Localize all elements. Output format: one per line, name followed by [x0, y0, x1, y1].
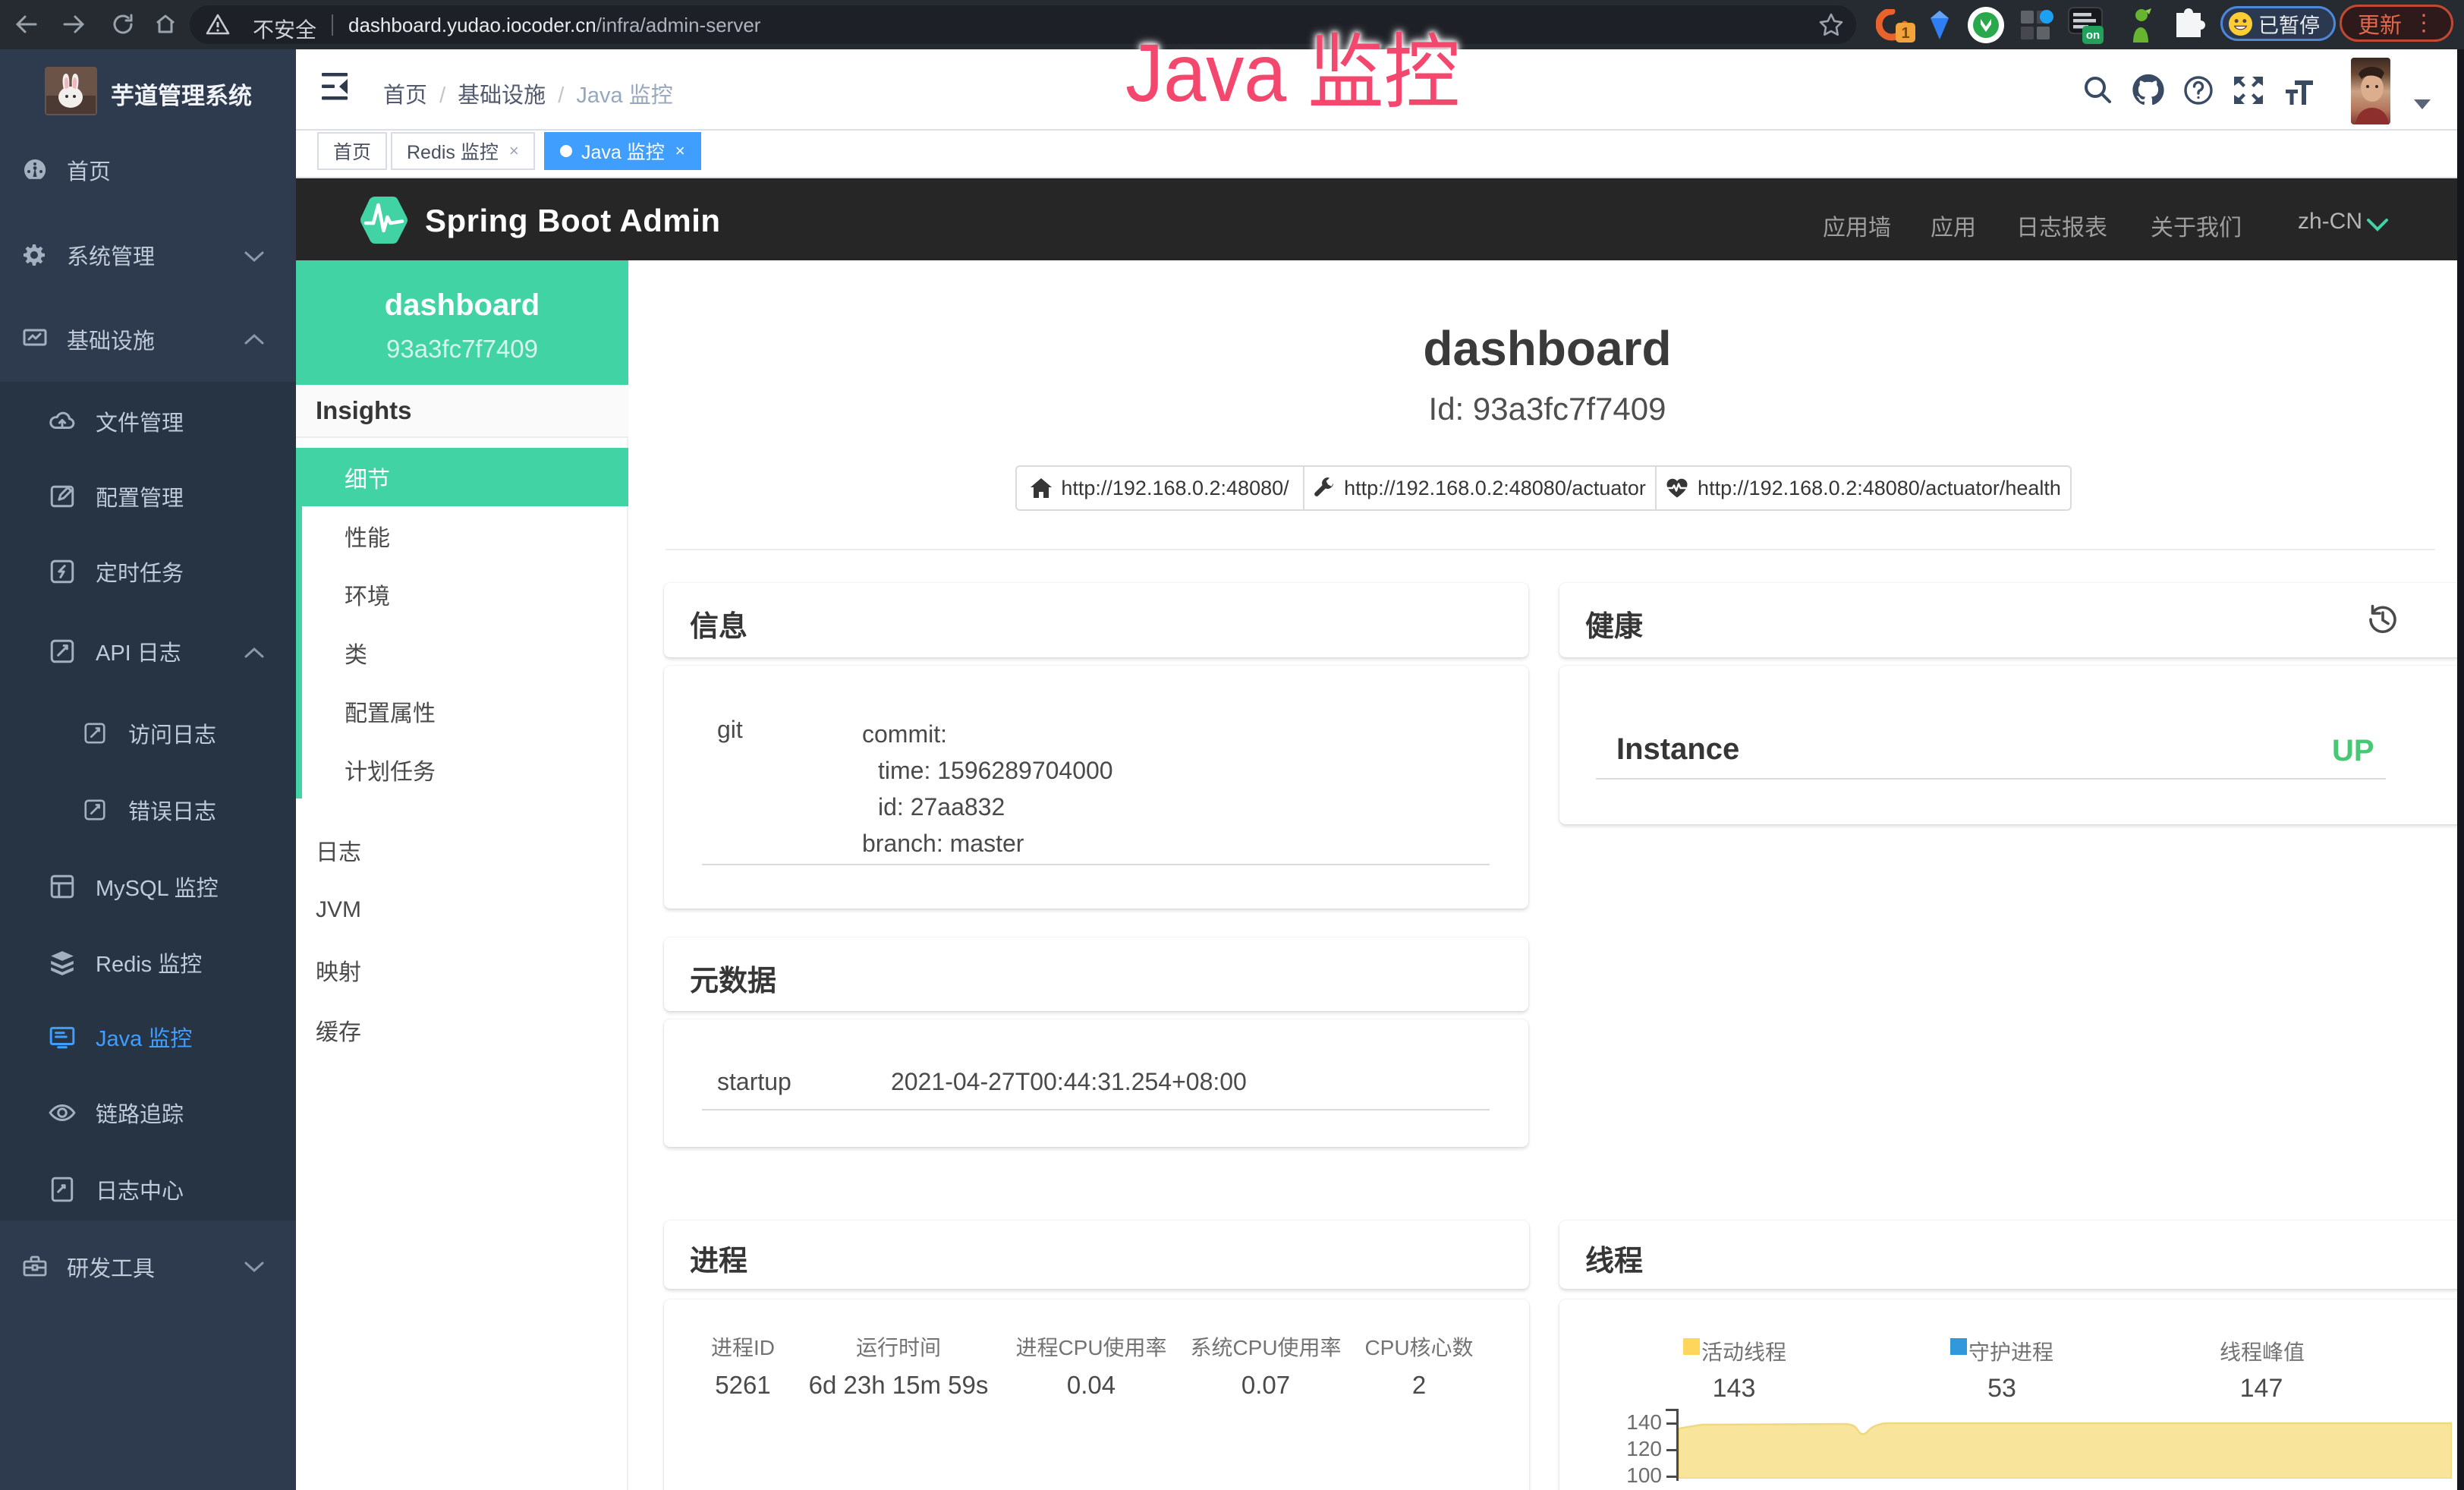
- svg-text:on: on: [2086, 29, 2100, 42]
- svg-text:1: 1: [1901, 25, 1909, 42]
